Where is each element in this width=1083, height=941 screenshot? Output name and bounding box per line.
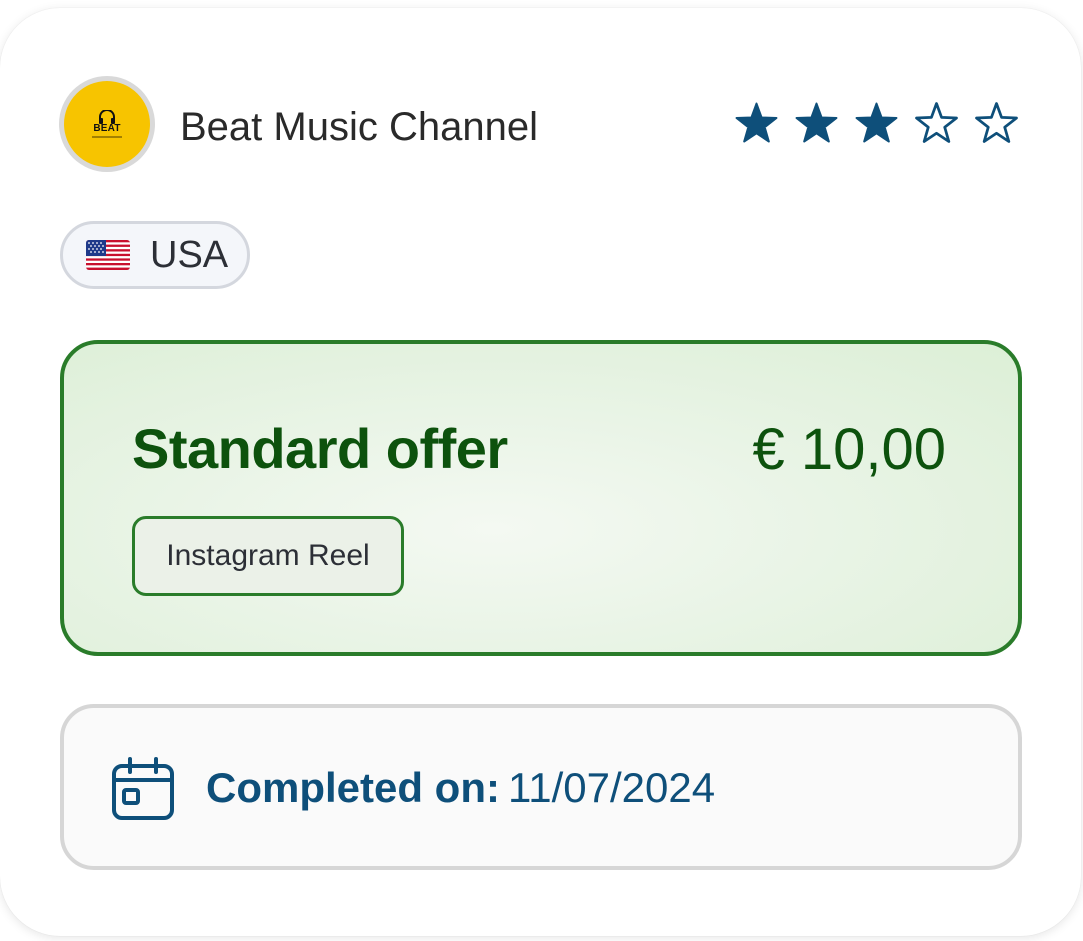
star-filled-icon: [855, 102, 898, 143]
country-label: USA: [150, 233, 229, 276]
star-rating: [733, 100, 1020, 147]
headphones-icon: [99, 110, 115, 124]
star-empty-icon: [975, 102, 1018, 143]
avatar-logo: BEAT: [64, 81, 150, 167]
star-filled-icon: [795, 102, 838, 143]
offer-title: Standard offer: [132, 417, 508, 480]
star-empty-icon: [915, 102, 958, 143]
completion-date: 11/07/2024: [507, 764, 716, 811]
channel-card[interactable]: BEAT Beat Music Channel USA Standard off…: [0, 8, 1081, 936]
us-flag-icon: [86, 240, 130, 270]
calendar-icon: [112, 757, 174, 820]
star-filled-icon: [735, 102, 778, 143]
completion-label: Completed on:: [206, 764, 500, 811]
offer-price: € 10,00: [752, 417, 946, 482]
channel-name: Beat Music Channel: [180, 105, 538, 149]
avatar-logo-text: BEAT: [93, 123, 121, 134]
country-chip: USA: [60, 221, 250, 289]
completion-text: Completed on: 11/07/2024: [206, 762, 715, 814]
avatar-logo-subline: [92, 136, 122, 138]
channel-avatar: BEAT: [59, 76, 155, 172]
offer-type-chip: Instagram Reel: [132, 516, 404, 596]
offer-panel[interactable]: Standard offer € 10,00 Instagram Reel: [60, 340, 1022, 656]
completion-panel: Completed on: 11/07/2024: [60, 704, 1022, 870]
